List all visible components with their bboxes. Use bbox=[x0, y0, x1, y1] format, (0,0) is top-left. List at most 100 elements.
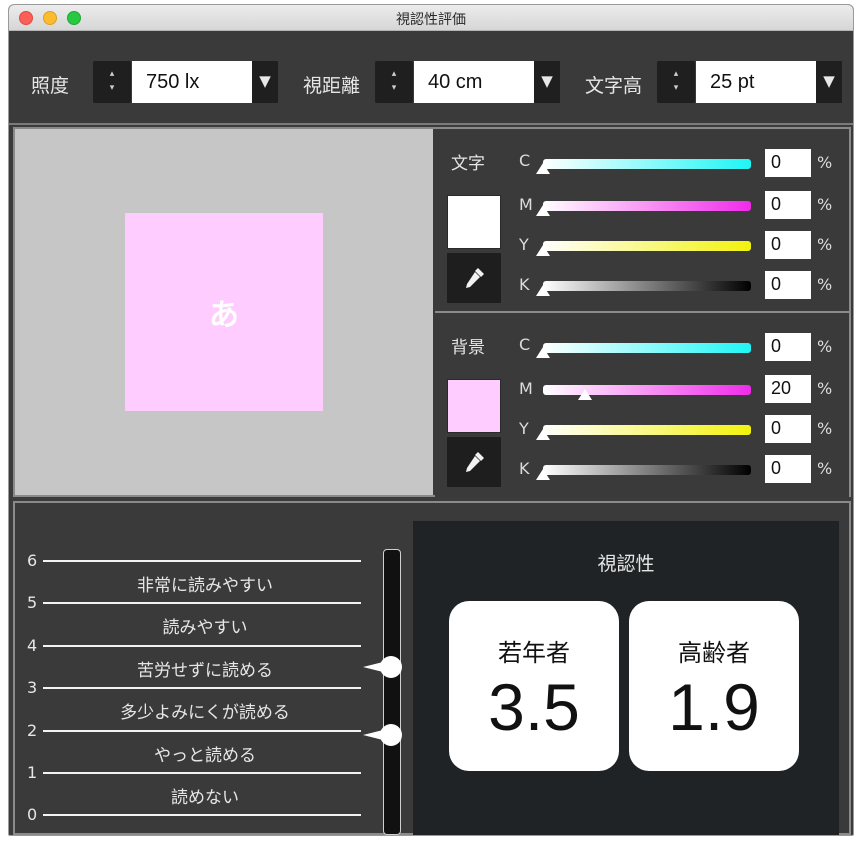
level-label: 多少よみにくが読める bbox=[120, 703, 290, 723]
elderly-score-value: 1.9 bbox=[668, 670, 760, 744]
background-yellow-field[interactable]: 0 bbox=[765, 415, 811, 443]
background-magenta-slider[interactable] bbox=[543, 385, 751, 395]
percent-sign: % bbox=[817, 195, 833, 214]
stepper-up-icon[interactable]: ▴ bbox=[657, 69, 695, 79]
visibility-title: 視認性 bbox=[597, 553, 655, 575]
stepper-down-icon[interactable]: ▾ bbox=[375, 83, 413, 93]
elderly-label: 高齢者 bbox=[678, 639, 750, 667]
cyan-label: C bbox=[519, 335, 531, 354]
level-label: 読めない bbox=[171, 788, 239, 808]
background-magenta-field[interactable]: 20 bbox=[765, 375, 811, 403]
distance-field[interactable]: 40 cm bbox=[414, 61, 534, 103]
slider-thumb[interactable] bbox=[577, 389, 592, 400]
visibility-panel: 視認性 若年者 3.5 高齢者 1.9 bbox=[413, 521, 839, 835]
text-yellow-slider[interactable] bbox=[543, 241, 751, 251]
yellow-label: Y bbox=[519, 419, 529, 438]
text-yellow-field[interactable]: 0 bbox=[765, 231, 811, 259]
background-cyan-field[interactable]: 0 bbox=[765, 333, 811, 361]
illuminance-label: 照度 bbox=[31, 75, 70, 97]
magenta-label: M bbox=[519, 195, 533, 214]
black-label: K bbox=[519, 275, 530, 294]
text-height-stepper[interactable]: ▴ ▾ bbox=[657, 61, 695, 103]
preview-area: あ bbox=[15, 129, 433, 495]
yellow-label: Y bbox=[519, 235, 529, 254]
scale-tick: 6 bbox=[27, 551, 38, 570]
slider-thumb[interactable] bbox=[536, 205, 550, 216]
distance-dropdown-button[interactable]: ▼ bbox=[534, 61, 560, 103]
text-height-dropdown-button[interactable]: ▼ bbox=[816, 61, 842, 103]
scale-line bbox=[43, 814, 361, 816]
window-title: 視認性評価 bbox=[396, 12, 466, 28]
scale-line bbox=[43, 730, 361, 732]
background-cyan-slider[interactable] bbox=[543, 343, 751, 353]
readability-scale: 6 非常に読みやすい 5 読みやすい 4 苦労せずに読める 3 多少よみにくが読… bbox=[15, 503, 415, 835]
evaluation-area: 6 非常に読みやすい 5 読みやすい 4 苦労せずに読める 3 多少よみにくが読… bbox=[13, 501, 851, 835]
eyedropper-icon[interactable] bbox=[447, 437, 501, 487]
young-score-value: 3.5 bbox=[488, 670, 580, 744]
scale-tick: 3 bbox=[27, 678, 38, 697]
background-black-slider[interactable] bbox=[543, 465, 751, 475]
eyedropper-icon[interactable] bbox=[447, 253, 501, 303]
eyedropper-icon bbox=[466, 452, 484, 472]
stepper-up-icon[interactable]: ▴ bbox=[93, 69, 131, 79]
eyedropper-icon bbox=[466, 268, 484, 288]
text-black-field[interactable]: 0 bbox=[765, 271, 811, 299]
slider-thumb[interactable] bbox=[536, 429, 550, 440]
scale-line bbox=[43, 560, 361, 562]
slider-thumb[interactable] bbox=[536, 347, 550, 358]
toolbar: 照度 ▴ ▾ 750 lx ▼ 視距離 ▴ ▾ 40 cm ▼ 文字高 ▴ ▾ … bbox=[9, 31, 853, 125]
percent-sign: % bbox=[817, 235, 833, 254]
text-black-slider[interactable] bbox=[543, 281, 751, 291]
text-color-swatch[interactable] bbox=[447, 195, 501, 249]
text-cyan-field[interactable]: 0 bbox=[765, 149, 811, 177]
illuminance-field[interactable]: 750 lx bbox=[132, 61, 252, 103]
scale-tick: 1 bbox=[27, 763, 38, 782]
stepper-up-icon[interactable]: ▴ bbox=[375, 69, 413, 79]
background-black-field[interactable]: 0 bbox=[765, 455, 811, 483]
slider-thumb[interactable] bbox=[536, 245, 550, 256]
level-label: 読みやすい bbox=[162, 618, 248, 638]
text-cyan-slider[interactable] bbox=[543, 159, 751, 169]
elderly-score-marker bbox=[363, 723, 402, 746]
scale-bar bbox=[383, 549, 401, 835]
black-label: K bbox=[519, 459, 530, 478]
percent-sign: % bbox=[817, 419, 833, 438]
app-window: 視認性評価 照度 ▴ ▾ 750 lx ▼ 視距離 ▴ ▾ 40 cm ▼ 文字… bbox=[8, 4, 854, 836]
cyan-label: C bbox=[519, 151, 531, 170]
level-label: 苦労せずに読める bbox=[137, 661, 273, 681]
stepper-down-icon[interactable]: ▾ bbox=[657, 83, 695, 93]
scale-tick: 4 bbox=[27, 636, 38, 655]
scale-tick: 5 bbox=[27, 593, 38, 612]
text-color-label: 文字 bbox=[451, 154, 485, 174]
scale-tick: 2 bbox=[27, 721, 38, 740]
text-magenta-field[interactable]: 0 bbox=[765, 191, 811, 219]
scale-tick: 0 bbox=[27, 805, 38, 824]
background-color-panel: 背景 C 0 % M 20 % Y 0 % K 0 % bbox=[435, 313, 849, 497]
level-label: 非常に読みやすい bbox=[137, 576, 273, 596]
text-height-field[interactable]: 25 pt bbox=[696, 61, 816, 103]
slider-thumb[interactable] bbox=[536, 469, 550, 480]
scale-line bbox=[43, 687, 361, 689]
scale-line bbox=[43, 645, 361, 647]
color-settings-area: あ 文字 C 0 % M 0 % Y 0 % K 0 % 背景 C 0 % M … bbox=[13, 127, 851, 497]
slider-thumb[interactable] bbox=[536, 163, 550, 174]
percent-sign: % bbox=[817, 379, 833, 398]
distance-stepper[interactable]: ▴ ▾ bbox=[375, 61, 413, 103]
text-magenta-slider[interactable] bbox=[543, 201, 751, 211]
percent-sign: % bbox=[817, 153, 833, 172]
percent-sign: % bbox=[817, 337, 833, 356]
background-color-swatch[interactable] bbox=[447, 379, 501, 433]
scale-line bbox=[43, 772, 361, 774]
illuminance-stepper[interactable]: ▴ ▾ bbox=[93, 61, 131, 103]
elderly-score-card: 高齢者 1.9 bbox=[629, 601, 799, 771]
stepper-down-icon[interactable]: ▾ bbox=[93, 83, 131, 93]
background-yellow-slider[interactable] bbox=[543, 425, 751, 435]
young-score-marker bbox=[363, 655, 402, 678]
background-color-label: 背景 bbox=[451, 338, 485, 358]
young-score-card: 若年者 3.5 bbox=[449, 601, 619, 771]
young-label: 若年者 bbox=[498, 639, 570, 667]
illuminance-dropdown-button[interactable]: ▼ bbox=[252, 61, 278, 103]
level-label: やっと読める bbox=[154, 746, 256, 766]
slider-thumb[interactable] bbox=[536, 285, 550, 296]
title-bar: 視認性評価 bbox=[9, 5, 853, 31]
